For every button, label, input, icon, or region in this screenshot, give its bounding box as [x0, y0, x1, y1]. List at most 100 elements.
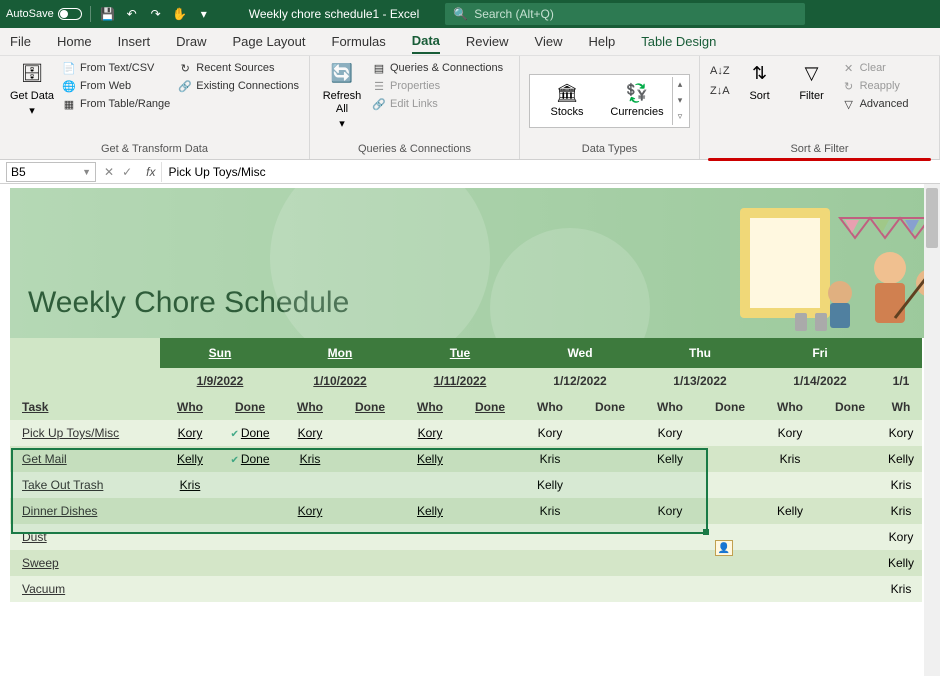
- done-cell[interactable]: [220, 524, 280, 550]
- done-cell[interactable]: [820, 420, 880, 446]
- who-cell[interactable]: [160, 498, 220, 524]
- who-cell[interactable]: [520, 576, 580, 602]
- cancel-formula-icon[interactable]: ✕: [104, 165, 114, 179]
- done-cell[interactable]: [460, 472, 520, 498]
- formula-input[interactable]: Pick Up Toys/Misc: [161, 162, 940, 182]
- tab-file[interactable]: File: [10, 30, 31, 53]
- who-cell[interactable]: Kelly: [400, 498, 460, 524]
- who-cell[interactable]: [760, 524, 820, 550]
- smart-tag-icon[interactable]: 👤: [715, 540, 733, 556]
- done-cell[interactable]: [340, 472, 400, 498]
- table-row[interactable]: SweepKelly: [10, 550, 922, 576]
- done-header[interactable]: Done: [580, 394, 640, 420]
- done-cell[interactable]: [220, 550, 280, 576]
- done-cell[interactable]: [820, 472, 880, 498]
- who-cell[interactable]: Kris: [520, 446, 580, 472]
- day-header[interactable]: Sun: [160, 338, 280, 368]
- done-cell[interactable]: ✔Done: [220, 420, 280, 446]
- tab-data[interactable]: Data: [412, 29, 440, 54]
- save-icon[interactable]: 💾: [99, 5, 117, 23]
- table-row[interactable]: VacuumKris: [10, 576, 922, 602]
- who-cell[interactable]: Kory: [760, 420, 820, 446]
- existing-connections-button[interactable]: 🔗Existing Connections: [176, 78, 301, 94]
- who-cell[interactable]: Kory: [640, 498, 700, 524]
- date-header[interactable]: 1/11/2022: [400, 368, 520, 394]
- who-cell[interactable]: Kory: [280, 498, 340, 524]
- who-header[interactable]: Who: [760, 394, 820, 420]
- task-cell[interactable]: Take Out Trash: [10, 472, 160, 498]
- tab-draw[interactable]: Draw: [176, 30, 206, 53]
- autosave-toggle[interactable]: AutoSave: [6, 8, 82, 20]
- who-cell[interactable]: [400, 472, 460, 498]
- day-header[interactable]: Fri: [760, 338, 880, 368]
- advanced-button[interactable]: ▽Advanced: [840, 96, 911, 112]
- who-cell[interactable]: Kory: [880, 420, 922, 446]
- who-cell[interactable]: [400, 524, 460, 550]
- gallery-up-icon[interactable]: ▴: [673, 77, 687, 93]
- tab-home[interactable]: Home: [57, 30, 92, 53]
- who-header[interactable]: Who: [520, 394, 580, 420]
- qat-dropdown-icon[interactable]: ▾: [195, 5, 213, 23]
- tab-page-layout[interactable]: Page Layout: [233, 30, 306, 53]
- task-cell[interactable]: Dust: [10, 524, 160, 550]
- tab-formulas[interactable]: Formulas: [332, 30, 386, 53]
- who-cell[interactable]: [520, 524, 580, 550]
- who-header[interactable]: Who: [400, 394, 460, 420]
- gallery-down-icon[interactable]: ▾: [673, 93, 687, 109]
- done-cell[interactable]: [460, 524, 520, 550]
- who-cell[interactable]: Kris: [880, 472, 922, 498]
- who-cell[interactable]: Kelly: [400, 446, 460, 472]
- who-cell[interactable]: Kris: [880, 498, 922, 524]
- task-header[interactable]: Task: [10, 394, 160, 420]
- date-header[interactable]: 1/9/2022: [160, 368, 280, 394]
- who-cell[interactable]: Kory: [520, 420, 580, 446]
- table-row[interactable]: Get MailKelly✔DoneKrisKellyKrisKellyKris…: [10, 446, 922, 472]
- who-header[interactable]: Who: [640, 394, 700, 420]
- done-cell[interactable]: [220, 472, 280, 498]
- done-cell[interactable]: [580, 446, 640, 472]
- table-row[interactable]: Dinner DishesKoryKellyKrisKoryKellyKris: [10, 498, 922, 524]
- done-cell[interactable]: [820, 550, 880, 576]
- tab-view[interactable]: View: [535, 30, 563, 53]
- data-types-gallery[interactable]: 🏛Stocks 💱Currencies ▴▾▿: [529, 74, 690, 128]
- date-header[interactable]: 1/10/2022: [280, 368, 400, 394]
- who-cell[interactable]: Kory: [640, 420, 700, 446]
- date-header[interactable]: 1/13/2022: [640, 368, 760, 394]
- who-cell[interactable]: [520, 550, 580, 576]
- recent-sources-button[interactable]: ↻Recent Sources: [176, 60, 301, 76]
- worksheet-area[interactable]: Weekly Chore Schedule SunMonTueWedThuFri…: [0, 184, 940, 676]
- sort-az-button[interactable]: A↓Z: [708, 64, 732, 78]
- who-cell[interactable]: [280, 524, 340, 550]
- done-cell[interactable]: [700, 498, 760, 524]
- stocks-type[interactable]: 🏛Stocks: [532, 79, 602, 122]
- done-cell[interactable]: [580, 576, 640, 602]
- task-cell[interactable]: Vacuum: [10, 576, 160, 602]
- task-cell[interactable]: Pick Up Toys/Misc: [10, 420, 160, 446]
- from-text-csv-button[interactable]: 📄From Text/CSV: [60, 60, 172, 76]
- currencies-type[interactable]: 💱Currencies: [602, 79, 672, 122]
- task-cell[interactable]: Get Mail: [10, 446, 160, 472]
- who-header[interactable]: Who: [160, 394, 220, 420]
- sort-button[interactable]: ⇅Sort: [736, 60, 784, 103]
- done-header[interactable]: Done: [220, 394, 280, 420]
- tab-review[interactable]: Review: [466, 30, 509, 53]
- from-table-range-button[interactable]: ▦From Table/Range: [60, 96, 172, 112]
- tab-table-design[interactable]: Table Design: [641, 30, 716, 53]
- done-cell[interactable]: [700, 576, 760, 602]
- who-cell[interactable]: [400, 550, 460, 576]
- filter-button[interactable]: ▽Filter: [788, 60, 836, 103]
- done-cell[interactable]: [220, 498, 280, 524]
- done-cell[interactable]: [820, 524, 880, 550]
- done-cell[interactable]: [820, 576, 880, 602]
- who-cell[interactable]: [280, 472, 340, 498]
- table-row[interactable]: Take Out TrashKrisKellyKris: [10, 472, 922, 498]
- who-cell[interactable]: [160, 550, 220, 576]
- who-cell[interactable]: [280, 576, 340, 602]
- task-cell[interactable]: Dinner Dishes: [10, 498, 160, 524]
- day-header[interactable]: Tue: [400, 338, 520, 368]
- done-cell[interactable]: [460, 420, 520, 446]
- redo-icon[interactable]: ↷: [147, 5, 165, 23]
- task-cell[interactable]: Sweep: [10, 550, 160, 576]
- who-cell[interactable]: [760, 576, 820, 602]
- table-row[interactable]: Pick Up Toys/MiscKory✔DoneKoryKoryKoryKo…: [10, 420, 922, 446]
